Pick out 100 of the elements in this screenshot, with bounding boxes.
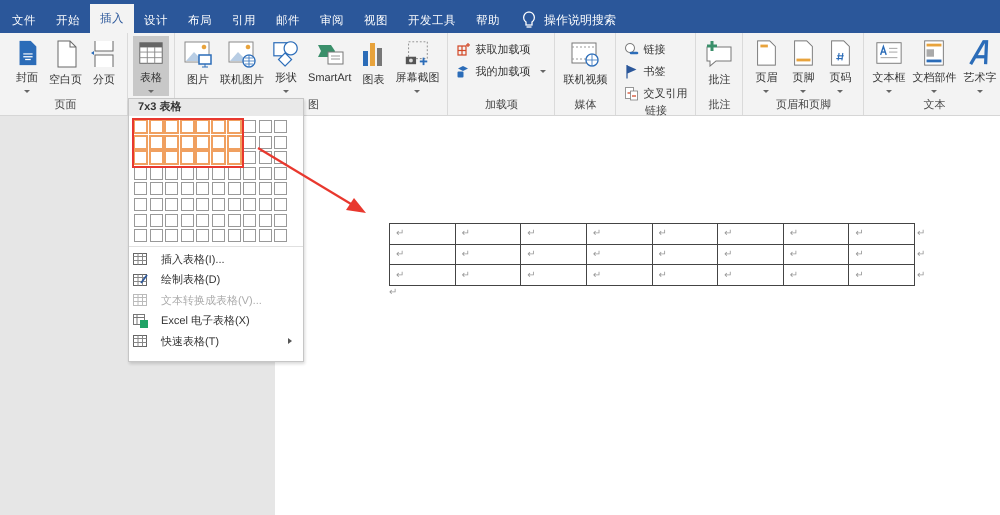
menu-item[interactable]: Excel 电子表格(X) — [129, 310, 303, 332]
grid-cell[interactable] — [150, 198, 163, 211]
grid-cell[interactable] — [274, 229, 288, 242]
ribbon-button[interactable]: 空白页 — [46, 36, 85, 96]
grid-cell[interactable] — [196, 136, 210, 149]
ribbon-button[interactable]: 链接 — [621, 39, 690, 59]
grid-cell[interactable] — [212, 198, 225, 211]
grid-cell[interactable] — [258, 229, 272, 242]
grid-cell[interactable] — [258, 136, 272, 149]
grid-cell[interactable] — [134, 151, 147, 164]
grid-cell[interactable] — [134, 229, 147, 242]
grid-cell[interactable] — [228, 136, 241, 149]
ribbon-button[interactable]: 分页 — [86, 36, 122, 96]
ribbon-tab[interactable]: 插入 — [90, 4, 134, 33]
ribbon-button[interactable]: 交叉引用 — [621, 83, 690, 103]
grid-cell[interactable] — [180, 151, 194, 164]
grid-cell[interactable] — [274, 182, 288, 196]
grid-cell[interactable] — [150, 120, 163, 133]
grid-cell[interactable] — [134, 198, 147, 211]
grid-cell[interactable] — [165, 151, 178, 164]
grid-cell[interactable] — [243, 214, 256, 227]
grid-cell[interactable] — [196, 120, 210, 133]
grid-cell[interactable] — [212, 214, 225, 227]
grid-cell[interactable] — [243, 166, 256, 180]
menu-item[interactable]: 插入表格(I)... — [129, 249, 303, 270]
grid-cell[interactable] — [180, 214, 194, 227]
grid-cell[interactable] — [243, 136, 256, 149]
ribbon-button[interactable]: 书签 — [621, 61, 690, 81]
grid-cell[interactable] — [212, 151, 225, 164]
grid-cell[interactable] — [274, 166, 288, 180]
grid-cell[interactable] — [258, 166, 272, 180]
grid-cell[interactable] — [243, 182, 256, 196]
grid-cell[interactable] — [180, 229, 194, 242]
ribbon-button[interactable]: 表格 — [133, 36, 169, 96]
grid-cell[interactable] — [165, 214, 178, 227]
grid-cell[interactable] — [196, 198, 210, 211]
grid-cell[interactable] — [228, 198, 241, 211]
grid-cell[interactable] — [134, 136, 147, 149]
ribbon-button[interactable]: 我的加载项 — [453, 61, 550, 81]
ribbon-button[interactable]: 屏幕截图 — [392, 36, 442, 96]
grid-cell[interactable] — [258, 182, 272, 196]
search-hint[interactable]: 操作说明搜索 — [544, 12, 616, 28]
grid-cell[interactable] — [243, 151, 256, 164]
ribbon-button[interactable]: 页脚 — [785, 36, 822, 96]
ribbon-button[interactable]: 图片 — [180, 36, 216, 96]
grid-cell[interactable] — [180, 198, 194, 211]
ribbon-tab[interactable]: 邮件 — [266, 7, 310, 33]
grid-cell[interactable] — [196, 151, 210, 164]
grid-cell[interactable] — [212, 182, 225, 196]
grid-cell[interactable] — [150, 214, 163, 227]
grid-cell[interactable] — [165, 120, 178, 133]
ribbon-button[interactable]: 获取加载项 — [453, 39, 550, 59]
ribbon-button[interactable]: 批注 — [701, 36, 738, 96]
grid-cell[interactable] — [212, 136, 225, 149]
ribbon-button[interactable]: 文档部件 — [909, 36, 960, 96]
grid-cell[interactable] — [196, 229, 210, 242]
ribbon-tab[interactable]: 布局 — [178, 7, 222, 33]
grid-cell[interactable] — [274, 120, 288, 133]
ribbon-tab[interactable]: 审阅 — [310, 7, 354, 33]
grid-cell[interactable] — [134, 182, 147, 196]
grid-cell[interactable] — [274, 136, 288, 149]
ribbon-button[interactable]: 艺术字 — [960, 36, 1000, 96]
ribbon-button[interactable]: 页眉 — [748, 36, 784, 96]
grid-cell[interactable] — [180, 182, 194, 196]
grid-cell[interactable] — [212, 120, 225, 133]
ribbon-button[interactable]: 联机图片 — [217, 36, 267, 96]
grid-cell[interactable] — [228, 229, 241, 242]
grid-cell[interactable] — [243, 198, 256, 211]
grid-cell[interactable] — [165, 198, 178, 211]
ribbon-tab[interactable]: 开始 — [46, 7, 90, 33]
ribbon-tab[interactable]: 帮助 — [466, 7, 510, 33]
grid-cell[interactable] — [180, 120, 194, 133]
ribbon-button[interactable]: 图表 — [355, 36, 392, 96]
grid-cell[interactable] — [228, 151, 241, 164]
grid-cell[interactable] — [196, 182, 210, 196]
ribbon-tab[interactable]: 视图 — [354, 7, 398, 33]
menu-item[interactable]: 快速表格(T) — [129, 331, 303, 352]
grid-cell[interactable] — [243, 120, 256, 133]
ribbon-button[interactable]: SmartArt — [305, 36, 354, 96]
grid-cell[interactable] — [228, 120, 241, 133]
grid-cell[interactable] — [258, 214, 272, 227]
grid-cell[interactable] — [274, 198, 288, 211]
grid-cell[interactable] — [165, 136, 178, 149]
grid-cell[interactable] — [180, 136, 194, 149]
grid-cell[interactable] — [150, 182, 163, 196]
ribbon-tab[interactable]: 文件 — [2, 7, 46, 33]
grid-cell[interactable] — [228, 214, 241, 227]
grid-cell[interactable] — [243, 229, 256, 242]
ribbon-button[interactable]: 联机视频 — [560, 36, 610, 96]
grid-cell[interactable] — [165, 182, 178, 196]
grid-cell[interactable] — [150, 229, 163, 242]
grid-cell[interactable] — [258, 198, 272, 211]
grid-cell[interactable] — [134, 120, 147, 133]
ribbon-button[interactable]: 封面 — [9, 36, 45, 96]
grid-cell[interactable] — [274, 214, 288, 227]
ribbon-button[interactable]: 文本框 — [869, 36, 908, 96]
ribbon-button[interactable]: 页码 — [822, 36, 858, 96]
grid-cell[interactable] — [228, 182, 241, 196]
ribbon-tab[interactable]: 开发工具 — [398, 7, 466, 33]
menu-item[interactable]: 绘制表格(D) — [129, 270, 303, 290]
